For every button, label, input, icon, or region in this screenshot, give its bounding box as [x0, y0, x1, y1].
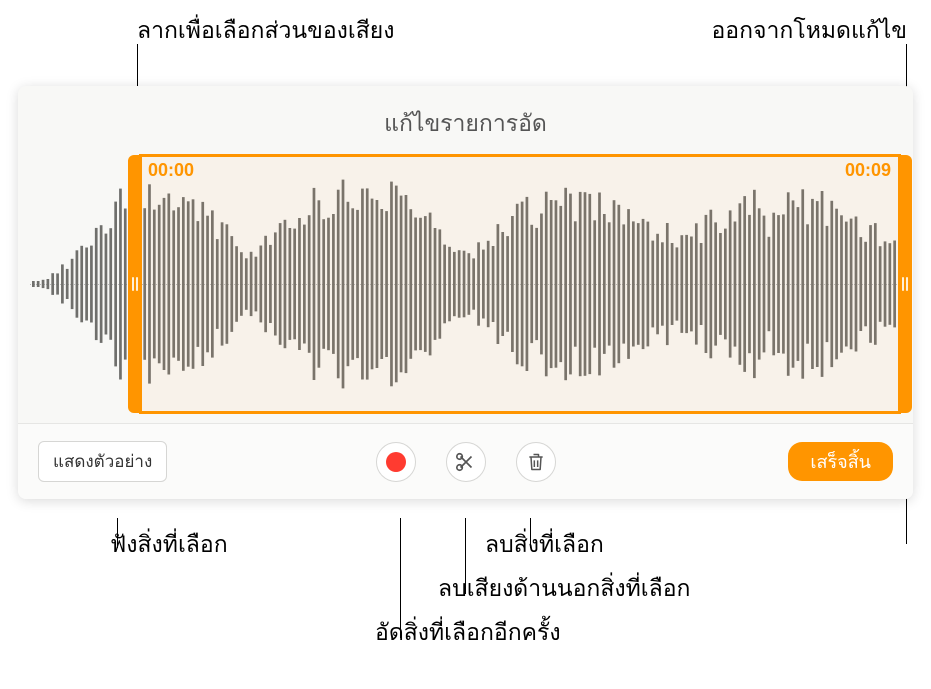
scissors-icon	[455, 451, 477, 473]
done-button[interactable]: เสร็จสิ้น	[788, 442, 893, 481]
selection-time-start: 00:00	[148, 160, 194, 181]
preview-button[interactable]: แสดงตัวอย่าง	[38, 441, 167, 482]
trim-button[interactable]	[446, 442, 486, 482]
delete-button[interactable]	[516, 442, 556, 482]
callout-rerecord: อัดสิ่งที่เลือกอีกครั้ง	[375, 615, 561, 651]
waveform-area[interactable]	[30, 154, 901, 414]
trash-icon	[526, 451, 546, 473]
callout-drag-select: ลากเพื่อเลือกส่วนของเสียง	[137, 13, 395, 49]
selection-handle-left[interactable]	[128, 155, 142, 413]
editor-title: แก้ไขรายการอัด	[18, 86, 913, 154]
editor-toolbar: แสดงตัวอย่าง เสร็จสิ้น	[18, 423, 913, 499]
callout-delete-outside: ลบเสียงด้านนอกสิ่งที่เลือก	[438, 571, 690, 607]
center-tool-group	[376, 442, 556, 482]
callout-exit-edit: ออกจากโหมดแก้ไข	[711, 13, 907, 49]
selection-region[interactable]	[139, 154, 901, 414]
waveform-container: 00:00 00:09	[30, 154, 901, 414]
selection-handle-right[interactable]	[898, 155, 912, 413]
selection-time-end: 00:09	[845, 160, 891, 181]
callout-delete-selection: ลบสิ่งที่เลือก	[485, 527, 604, 563]
record-button[interactable]	[376, 442, 416, 482]
record-icon	[386, 452, 406, 472]
callout-listen-selection: ฟังสิ่งที่เลือก	[110, 527, 228, 563]
audio-editor-window: แก้ไขรายการอัด 00:00 00:09 แสดงตัวอย่าง	[18, 86, 913, 499]
